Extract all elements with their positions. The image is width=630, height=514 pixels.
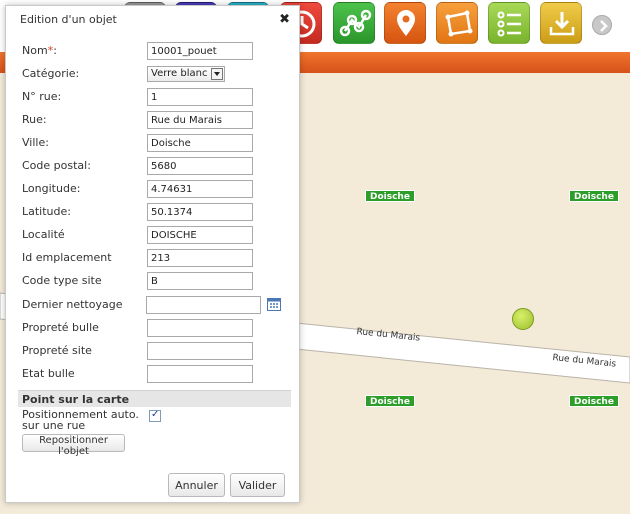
field-latitude: Latitude: xyxy=(22,203,292,222)
field-label: Etat bulle xyxy=(22,367,75,380)
field-label: Id emplacement xyxy=(22,251,112,264)
field-label: Rue: xyxy=(22,113,47,126)
field-code-postal: Code postal: xyxy=(22,157,292,176)
field-label: Code type site xyxy=(22,274,102,287)
field-label: Localité xyxy=(22,228,65,241)
field-ville: Ville: xyxy=(22,134,292,153)
dernier-nettoyage-input[interactable] xyxy=(146,296,261,314)
place-label: Doische xyxy=(365,190,415,202)
section-title: Point sur la carte xyxy=(22,393,130,406)
etat-bulle-input[interactable] xyxy=(147,365,253,383)
field-label: N° rue: xyxy=(22,90,62,103)
toolbar-polygon-button[interactable] xyxy=(436,2,478,44)
edit-object-dialog: Edition d'un objet ✖ Nom*: Catégorie: Ve… xyxy=(5,5,300,503)
field-proprete-site: Propreté site xyxy=(22,342,292,361)
rue-input[interactable] xyxy=(147,111,253,129)
field-nom: Nom*: xyxy=(22,42,292,61)
id-emplacement-input[interactable] xyxy=(147,249,253,267)
place-label: Doische xyxy=(569,190,619,202)
place-label: Doische xyxy=(365,395,415,407)
toolbar-list-button[interactable] xyxy=(488,2,530,44)
download-icon xyxy=(549,12,575,36)
toolbar-next-button[interactable] xyxy=(592,15,612,35)
field-localite: Localité xyxy=(22,226,292,245)
map-object-marker[interactable] xyxy=(512,308,534,330)
chevron-down-icon xyxy=(211,68,223,80)
field-dernier-nettoyage: Dernier nettoyage xyxy=(22,296,292,315)
categorie-select[interactable]: Verre blanc xyxy=(147,66,225,82)
field-label: Longitude: xyxy=(22,182,81,195)
localite-input[interactable] xyxy=(147,226,253,244)
field-label: Dernier nettoyage xyxy=(22,298,123,311)
auto-position-checkbox[interactable] xyxy=(149,409,161,422)
code-postal-input[interactable] xyxy=(147,157,253,175)
field-etat-bulle: Etat bulle xyxy=(22,365,292,384)
field-categorie: Catégorie: Verre blanc xyxy=(22,65,292,84)
field-id-emplacement: Id emplacement xyxy=(22,249,292,268)
calendar-icon[interactable] xyxy=(267,298,281,311)
field-label: Ville: xyxy=(22,136,49,149)
field-label: Propreté site xyxy=(22,344,92,357)
code-type-site-input[interactable] xyxy=(147,272,253,290)
chevron-right-icon xyxy=(600,20,608,32)
dialog-header: Edition d'un objet ✖ xyxy=(6,6,299,33)
field-no-rue: N° rue: xyxy=(22,88,292,107)
field-rue: Rue: xyxy=(22,111,292,130)
field-proprete-bulle: Propreté bulle xyxy=(22,319,292,338)
close-icon[interactable]: ✖ xyxy=(279,12,290,27)
validate-button[interactable]: Valider xyxy=(230,473,285,497)
proprete-bulle-input[interactable] xyxy=(147,319,253,337)
nom-input[interactable] xyxy=(147,42,253,60)
field-label: Catégorie: xyxy=(22,67,80,80)
field-label: Code postal: xyxy=(22,159,91,172)
network-icon xyxy=(339,9,372,37)
toolbar-network-button[interactable] xyxy=(333,2,375,44)
field-label: Nom*: xyxy=(22,44,57,57)
field-code-type-site: Code type site xyxy=(22,272,292,291)
latitude-input[interactable] xyxy=(147,203,253,221)
toolbar-pin-button[interactable] xyxy=(384,2,426,44)
categorie-selected-value: Verre blanc xyxy=(151,68,208,79)
reposition-object-button[interactable]: Repositionner l'objet xyxy=(22,434,125,457)
cancel-button[interactable]: Annuler xyxy=(168,473,225,497)
dialog-title: Edition d'un objet xyxy=(20,13,117,26)
list-icon xyxy=(497,11,521,37)
no-rue-input[interactable] xyxy=(147,88,253,106)
map-pin-icon xyxy=(397,10,415,36)
place-label: Doische xyxy=(569,395,619,407)
field-label: Latitude: xyxy=(22,205,71,218)
ville-input[interactable] xyxy=(147,134,253,152)
toolbar-download-button[interactable] xyxy=(540,2,582,44)
field-longitude: Longitude: xyxy=(22,180,292,199)
proprete-site-input[interactable] xyxy=(147,342,253,360)
field-label: Propreté bulle xyxy=(22,321,99,334)
auto-position-label: Positionnement auto. sur une rue xyxy=(22,408,139,432)
section-header-point-sur-la-carte: Point sur la carte xyxy=(18,390,291,407)
longitude-input[interactable] xyxy=(147,180,253,198)
polygon-icon xyxy=(445,10,473,37)
